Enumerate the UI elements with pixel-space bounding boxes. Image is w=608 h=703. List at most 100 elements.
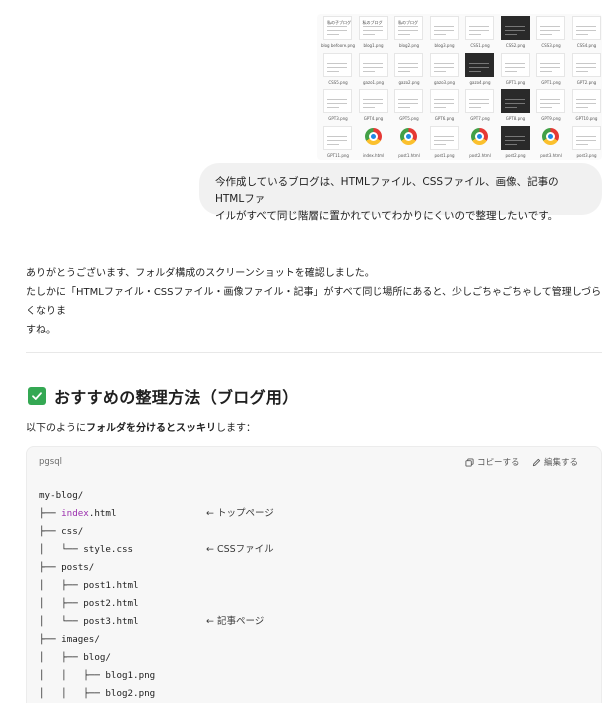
thumbnail-line	[575, 70, 588, 72]
thumbnail-line	[504, 135, 525, 137]
code-line: │ │ ├── blog1.png	[39, 670, 156, 681]
thumbnail-line	[504, 139, 525, 141]
code-line: │ │ ├── blog2.png	[39, 688, 156, 699]
file-thumbnail	[323, 125, 352, 150]
thumbnail-line	[433, 34, 446, 35]
file-thumbnail	[429, 89, 459, 113]
thumbnail-line	[504, 143, 517, 145]
assistant-answer: ありがとうございます、フォルダ構成のスクリーンショットを確認しました。 たしかに…	[26, 264, 602, 340]
thumbnail-line	[398, 103, 418, 104]
thumbnail-line	[575, 135, 596, 137]
file-thumbnail-label: gazo1.png	[363, 79, 384, 85]
thumbnail-line	[362, 66, 383, 68]
answer-line-1: ありがとうございます、フォルダ構成のスクリーンショットを確認しました。	[26, 268, 375, 279]
thumbnail-line	[575, 26, 596, 27]
file-thumbnail-label: post3.png	[576, 152, 597, 158]
thumbnail-line	[469, 107, 481, 108]
file-thumbnail	[536, 89, 565, 113]
file-thumbnail	[429, 125, 459, 150]
file-thumbnail	[323, 89, 352, 113]
thumbnail-line	[433, 139, 454, 141]
file-thumbnail-label: GPT1.png	[505, 79, 526, 85]
file-thumbnail-label: blog1.png	[363, 43, 384, 48]
intro-suffix: します：	[216, 423, 256, 434]
code-line: ├── posts/	[39, 562, 95, 573]
code-content: my-blog/ ├── index.html ← トップページ ├── css/ │ …	[39, 487, 274, 703]
file-thumbnail	[571, 16, 601, 40]
thumbnail-line	[433, 70, 446, 72]
file-thumbnail-label: post1.png	[434, 152, 455, 158]
thumbnail-line	[398, 70, 410, 72]
thumbnail-line	[504, 70, 517, 72]
user-message-line-2: イルがすべて同じ階層に置かれていてわかりにくいので整理したいです。	[215, 210, 559, 222]
code-line: │ └── post3.html ← 記事ページ	[39, 613, 264, 631]
file-thumbnail-label: gazo3.png	[434, 79, 455, 85]
file-thumbnail	[394, 126, 423, 150]
thumbnail-line	[540, 30, 560, 31]
thumbnail-line	[362, 34, 375, 35]
thumbnail-line	[433, 107, 446, 108]
section-divider	[26, 352, 602, 353]
thumbnail-line	[327, 26, 347, 27]
copy-button-label: コピーする	[477, 458, 520, 468]
file-thumbnail-label: CSS5.png	[328, 79, 348, 85]
code-keyword: index	[61, 508, 89, 519]
file-thumbnail-label: post3.html	[540, 152, 562, 158]
file-thumbnail-label: GPT5.png	[399, 116, 419, 121]
file-thumbnail	[500, 89, 530, 113]
thumbnail-line	[398, 107, 410, 108]
file-thumbnail-label: post1.html	[398, 152, 420, 158]
chrome-icon	[542, 127, 559, 145]
thumbnail-line	[398, 66, 418, 68]
file-thumbnail	[323, 52, 352, 77]
thumbnail-line	[469, 34, 481, 35]
file-thumbnail-label: GPT1.png	[541, 79, 561, 85]
file-thumbnail	[465, 89, 494, 113]
code-header: pgsql コピーする 編集する	[27, 447, 601, 479]
thumbnail-line	[362, 26, 383, 27]
file-thumbnail	[429, 52, 459, 77]
thumbnail-line	[433, 66, 454, 68]
file-thumbnail-label: GPT6.png	[434, 116, 455, 121]
thumbnail-line	[327, 30, 347, 31]
code-line: ├── images/	[39, 634, 100, 645]
attached-folder-screenshot[interactable]: 私の子ブログ blog befoore.png 私のブログ blog1.png 私のブロ…	[317, 14, 602, 160]
file-thumbnail-label: GPT11.png	[327, 152, 349, 158]
thumbnail-line	[575, 139, 596, 141]
thumbnail-line	[469, 103, 489, 104]
thumbnail-line	[433, 30, 454, 31]
file-thumbnail	[571, 125, 601, 150]
file-thumbnail	[465, 126, 494, 150]
chrome-icon	[364, 127, 382, 145]
file-thumbnail	[465, 16, 494, 40]
section-heading: おすすめの整理方法（ブログ用）	[28, 385, 299, 407]
file-thumbnail-label: blog2.png	[398, 43, 420, 48]
file-thumbnail-label: GPT3.png	[328, 116, 348, 121]
section-intro: 以下のようにフォルダを分けるとスッキリします：	[26, 421, 256, 437]
edit-button[interactable]: 編集する	[532, 456, 578, 468]
thumbnail-line	[469, 30, 489, 31]
thumbnail-line	[575, 62, 596, 64]
code-line: my-blog/	[39, 490, 84, 501]
file-thumbnail	[358, 89, 388, 113]
thumbnail-line	[540, 34, 552, 35]
chrome-icon	[400, 127, 417, 145]
file-thumbnail-label: gazo4.png	[469, 79, 491, 85]
copy-button[interactable]: コピーする	[465, 456, 520, 468]
file-thumbnail-label: CSS4.png	[576, 43, 597, 48]
file-thumbnail	[394, 52, 423, 77]
file-thumbnail	[359, 126, 388, 150]
file-thumbnail	[465, 52, 494, 77]
thumbnail-line	[504, 99, 525, 100]
pencil-icon	[532, 458, 541, 466]
code-line: │ └── style.css ← CSSファイル	[39, 541, 274, 559]
thumbnail-line	[540, 26, 560, 27]
thumbnail-line	[433, 143, 446, 145]
thumbnail-line	[327, 143, 339, 145]
file-thumbnail-label: GPT7.png	[470, 116, 490, 121]
thumbnail-line	[433, 62, 454, 64]
thumbnail-line	[362, 99, 383, 100]
file-thumbnail: 私のブログ	[358, 16, 388, 40]
thumbnail-line	[504, 107, 517, 108]
thumbnail-line	[504, 26, 525, 27]
